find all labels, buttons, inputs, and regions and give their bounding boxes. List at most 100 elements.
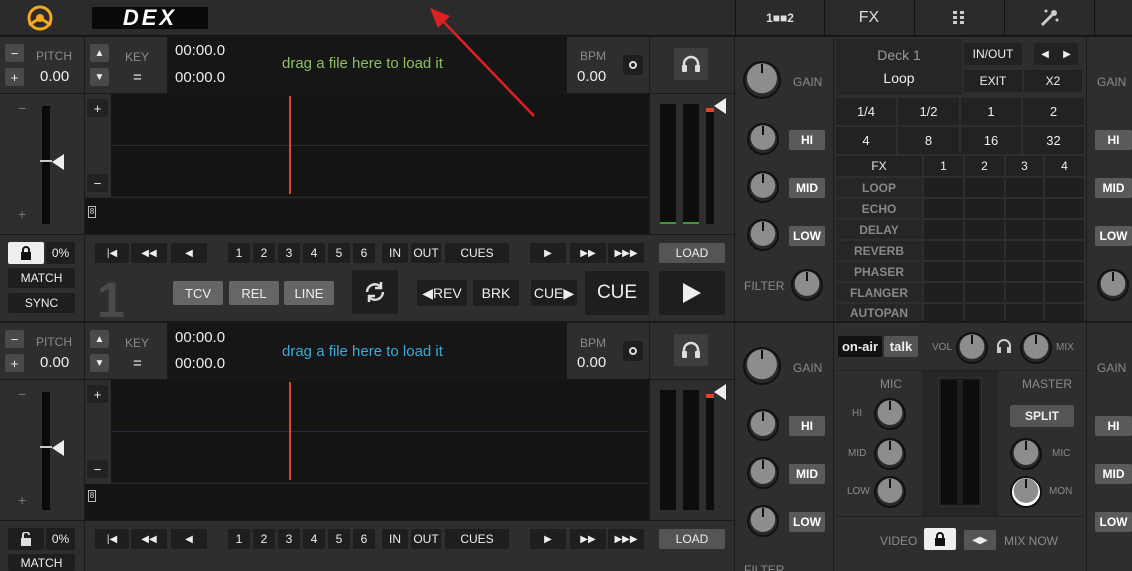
zoom-in-button[interactable]: + — [87, 99, 108, 117]
key-up-button[interactable]: ▲ — [90, 330, 109, 348]
pcdj-logo-icon[interactable] — [26, 5, 54, 31]
fx-slot-7-1[interactable] — [924, 304, 963, 321]
fx-slot-6-2[interactable] — [965, 283, 1004, 302]
hotcue-5-button[interactable]: 5 — [328, 529, 350, 549]
forward-button[interactable]: ▶ — [530, 243, 566, 263]
fx-reverb[interactable]: REVERB — [836, 241, 922, 260]
mic-low-knob[interactable] — [874, 476, 906, 508]
track-start-button[interactable]: |◀ — [95, 529, 129, 549]
cue-next-button[interactable]: CUE▶ — [531, 280, 577, 306]
rel-button[interactable]: REL — [229, 281, 279, 305]
load-button[interactable]: LOAD — [659, 243, 725, 263]
monitor-volume-knob[interactable] — [956, 332, 988, 364]
low-kill-button[interactable]: LOW — [1095, 512, 1132, 532]
cue-in-button[interactable]: IN — [382, 529, 408, 549]
hotcue-3-button[interactable]: 3 — [278, 243, 300, 263]
fx-slot-2-3[interactable] — [1006, 199, 1043, 218]
back-button[interactable]: ◀ — [171, 529, 207, 549]
fx-slot-3-1[interactable] — [924, 220, 963, 239]
tcv-button[interactable]: TCV — [173, 281, 223, 305]
fx-slot-7-3[interactable] — [1006, 304, 1043, 321]
track-end-button[interactable]: ▶▶▶ — [608, 529, 644, 549]
hotcue-4-button[interactable]: 4 — [303, 243, 325, 263]
loop-exit-button[interactable]: EXIT — [964, 70, 1022, 92]
low-kill-button[interactable]: LOW — [1095, 226, 1132, 246]
deck1-waveform[interactable] — [111, 94, 649, 196]
lock-percent[interactable]: 0% — [46, 242, 75, 264]
gain-knob[interactable] — [743, 347, 781, 385]
loop-size-1-4[interactable]: 1/4 — [836, 98, 896, 125]
fx-slot-6-4[interactable] — [1045, 283, 1084, 302]
hotcue-4-button[interactable]: 4 — [303, 529, 325, 549]
mid-kill-button[interactable]: MID — [789, 178, 825, 198]
volume-fader-handle[interactable] — [714, 98, 726, 114]
fx-flanger[interactable]: FLANGER — [836, 283, 922, 302]
fx-slot-4-3[interactable] — [1006, 241, 1043, 260]
loop-size-2[interactable]: 2 — [1023, 98, 1084, 125]
loop-size-4[interactable]: 4 — [836, 127, 896, 154]
headphone-cue-icon[interactable] — [674, 48, 708, 80]
pitch-slider-handle[interactable] — [52, 440, 64, 456]
mid-knob[interactable] — [747, 171, 779, 203]
hi-kill-button[interactable]: HI — [1095, 416, 1132, 436]
fx-autopan[interactable]: AUTOPAN — [836, 304, 922, 321]
fx-slot-1-4[interactable] — [1045, 178, 1084, 197]
fx-echo[interactable]: ECHO — [836, 199, 922, 218]
cues-button[interactable]: CUES — [445, 529, 509, 549]
rewind-button[interactable]: ◀◀ — [131, 529, 167, 549]
mid-kill-button[interactable]: MID — [789, 464, 825, 484]
fx-slot-1-1[interactable] — [924, 178, 963, 197]
tab-fx[interactable]: FX — [825, 0, 913, 36]
line-button[interactable]: LINE — [284, 281, 334, 305]
hi-knob[interactable] — [747, 123, 779, 155]
hotcue-6-button[interactable]: 6 — [353, 529, 375, 549]
brake-button[interactable]: BRK — [473, 280, 519, 306]
rewind-button[interactable]: ◀◀ — [131, 243, 167, 263]
hotcue-2-button[interactable]: 2 — [253, 243, 275, 263]
video-crossfade-icon[interactable]: ◀▶ — [964, 530, 996, 550]
tap-bpm-button[interactable] — [623, 55, 643, 75]
low-kill-button[interactable]: LOW — [789, 512, 825, 532]
talk-button[interactable]: talk — [884, 336, 918, 357]
fx-slot-5-2[interactable] — [965, 262, 1004, 281]
key-down-button[interactable]: ▼ — [90, 68, 109, 86]
cue-out-button[interactable]: OUT — [411, 243, 441, 263]
deck2-overview[interactable]: 8 — [85, 483, 649, 520]
hotcue-1-button[interactable]: 1 — [228, 529, 250, 549]
mid-kill-button[interactable]: MID — [1095, 464, 1132, 484]
volume-fader-track[interactable] — [706, 108, 714, 224]
track-start-button[interactable]: |◀ — [95, 243, 129, 263]
reverse-button[interactable]: ◀REV — [417, 280, 467, 306]
gain-knob[interactable] — [743, 61, 781, 99]
split-button[interactable]: SPLIT — [1010, 405, 1074, 427]
deck1-overview[interactable]: 8 — [85, 197, 649, 234]
fx-slot-7-2[interactable] — [965, 304, 1004, 321]
fx-slot-3-2[interactable] — [965, 220, 1004, 239]
fx-slot-5-1[interactable] — [924, 262, 963, 281]
fx-slot-1-2[interactable] — [965, 178, 1004, 197]
hi-kill-button[interactable]: HI — [789, 130, 825, 150]
effects-icon[interactable] — [1005, 0, 1093, 36]
cue-out-button[interactable]: OUT — [411, 529, 441, 549]
fx-slot-4-1[interactable] — [924, 241, 963, 260]
mic-mid-knob[interactable] — [874, 438, 906, 470]
fx-slot-1-3[interactable] — [1006, 178, 1043, 197]
key-down-button[interactable]: ▼ — [90, 354, 109, 372]
hotcue-1-button[interactable]: 1 — [228, 243, 250, 263]
tap-bpm-button[interactable] — [623, 341, 643, 361]
pitch-plus-button[interactable]: + — [5, 68, 24, 86]
master-mic-knob[interactable] — [1010, 438, 1042, 470]
pitch-plus-button[interactable]: + — [5, 354, 24, 372]
fx-slot-7-4[interactable] — [1045, 304, 1084, 321]
deck2-waveform[interactable] — [111, 380, 649, 482]
filter-knob[interactable] — [1097, 269, 1129, 301]
mid-kill-button[interactable]: MID — [1095, 178, 1132, 198]
zoom-out-button[interactable]: − — [87, 174, 108, 192]
layout-toggle-button[interactable]: 1■■2 — [736, 0, 824, 36]
fx-slot-5-3[interactable] — [1006, 262, 1043, 281]
loop-next-button[interactable]: ▶ — [1056, 43, 1078, 65]
back-button[interactable]: ◀ — [171, 243, 207, 263]
mid-knob[interactable] — [747, 457, 779, 489]
load-button[interactable]: LOAD — [659, 529, 725, 549]
headphone-cue-icon[interactable] — [674, 334, 708, 366]
